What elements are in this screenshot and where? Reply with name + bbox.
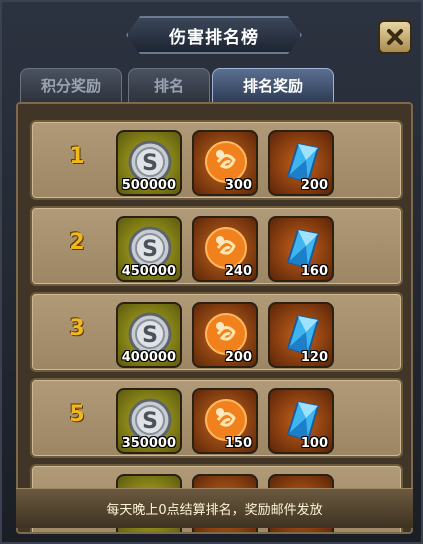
tab-bar: 积分奖励 排名 排名奖励 xyxy=(20,68,410,102)
reward-item-crystal[interactable]: 100 xyxy=(268,388,334,454)
ranking-panel: 伤害排名榜 积分奖励 排名 排名奖励 1 S 500000 300 200 2 … xyxy=(0,0,423,544)
reward-item-crystal[interactable]: 160 xyxy=(268,216,334,282)
item-quantity: 240 xyxy=(224,264,252,279)
item-quantity: 160 xyxy=(300,264,328,279)
reward-item-coin[interactable]: S 400000 xyxy=(116,302,182,368)
svg-text:S: S xyxy=(142,409,158,434)
tab-points-reward[interactable]: 积分奖励 xyxy=(20,68,122,102)
reward-row: 1 S 500000 300 200 xyxy=(30,120,403,200)
title-bar: 伤害排名榜 xyxy=(126,16,302,54)
notice-text: 每天晚上0点结算排名，奖励邮件发放 xyxy=(106,503,323,518)
rank-number: 3 xyxy=(69,316,85,341)
reward-item-coin[interactable]: S 500000 xyxy=(116,130,182,196)
item-quantity: 150 xyxy=(224,436,252,451)
tab-label: 排名奖励 xyxy=(242,77,303,95)
close-button[interactable] xyxy=(378,20,412,54)
reward-item-orb[interactable]: 150 xyxy=(192,388,258,454)
rank-number: 2 xyxy=(69,230,85,255)
rank-number: 1 xyxy=(69,144,85,169)
item-quantity: 450000 xyxy=(121,264,176,279)
close-icon xyxy=(387,29,403,45)
item-quantity: 350000 xyxy=(121,436,176,451)
item-quantity: 300 xyxy=(224,178,252,193)
svg-text:S: S xyxy=(142,237,158,262)
reward-item-orb[interactable]: 240 xyxy=(192,216,258,282)
reward-row: 5 S 350000 150 100 xyxy=(30,378,403,458)
reward-item-crystal[interactable]: 200 xyxy=(268,130,334,196)
item-quantity: 120 xyxy=(300,350,328,365)
rank-number: 5 xyxy=(69,402,85,427)
reward-item-crystal[interactable]: 120 xyxy=(268,302,334,368)
svg-text:S: S xyxy=(142,151,158,176)
reward-item-coin[interactable]: S 450000 xyxy=(116,216,182,282)
item-quantity: 400000 xyxy=(121,350,176,365)
reward-list[interactable]: 1 S 500000 300 200 2 S 450000 240 160 3 … xyxy=(16,102,413,534)
reward-item-orb[interactable]: 200 xyxy=(192,302,258,368)
panel-title: 伤害排名榜 xyxy=(169,27,259,48)
item-quantity: 200 xyxy=(224,350,252,365)
reward-item-orb[interactable]: 300 xyxy=(192,130,258,196)
settlement-notice: 每天晚上0点结算排名，奖励邮件发放 xyxy=(16,488,413,528)
item-quantity: 500000 xyxy=(121,178,176,193)
item-quantity: 200 xyxy=(300,178,328,193)
tab-label: 排名 xyxy=(153,77,184,95)
reward-row: 3 S 400000 200 120 xyxy=(30,292,403,372)
tab-label: 积分奖励 xyxy=(40,77,101,95)
tab-ranking[interactable]: 排名 xyxy=(128,68,210,102)
reward-item-coin[interactable]: S 350000 xyxy=(116,388,182,454)
item-quantity: 100 xyxy=(300,436,328,451)
tab-ranking-reward[interactable]: 排名奖励 xyxy=(212,68,334,102)
reward-row: 2 S 450000 240 160 xyxy=(30,206,403,286)
svg-text:S: S xyxy=(142,323,158,348)
